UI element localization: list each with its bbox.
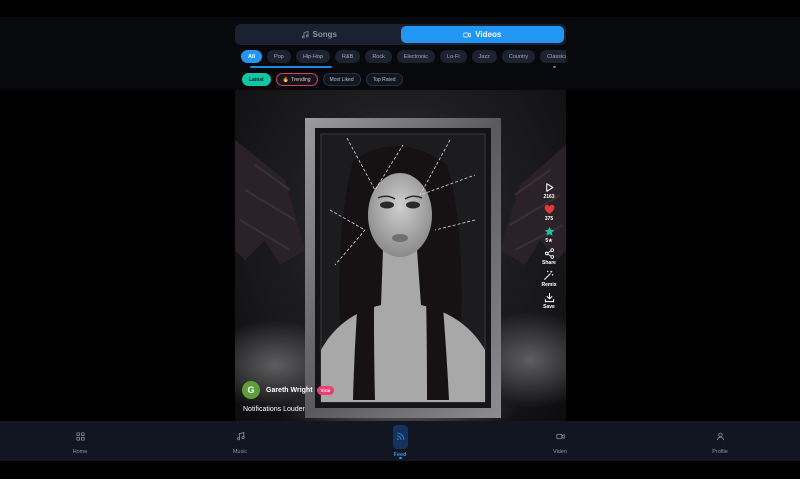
sort-most-liked[interactable]: Most Liked [322,73,361,86]
video-title: Notifications Louder [243,406,305,413]
remix-button[interactable]: Remix [541,270,557,288]
viral-badge-label: Viral [320,387,331,393]
nav-music-label: Music [232,448,248,455]
download-icon [544,292,554,303]
video-frame-artwork [235,118,566,421]
genre-chip-electronic[interactable]: Electronic [396,50,436,63]
rating-value: 5★ [545,238,553,244]
bottom-navigation: Home Music Feed Video Profile [0,421,800,461]
nav-music-icon-wrap [236,428,245,446]
genre-scroll-indicator [553,66,556,68]
sort-top-rated[interactable]: Top Rated [365,73,403,86]
genre-filter-bar: All Pop Hip-Hop R&B Rock Electronic Lo-F… [241,50,566,64]
music-note-icon [301,30,309,38]
nav-video[interactable]: Video [480,421,640,461]
sort-latest-label: Latest [249,76,264,83]
video-author[interactable]: G Gareth Wright Viral [242,381,335,399]
grid-icon [75,431,85,441]
save-button[interactable]: Save [543,292,555,310]
app-screen: Songs Videos All Pop Hip-Hop R&B Rock El… [0,0,800,479]
remix-label: Remix [541,282,557,288]
genre-chip-jazz[interactable]: Jazz [471,50,497,63]
play-icon [545,183,553,192]
share-icon [544,248,554,259]
rss-icon [396,432,404,440]
sort-most-liked-label: Most Liked [329,76,354,83]
heart-icon [544,204,554,214]
sort-trending-label: Trending [290,76,311,83]
genre-chip-rnb[interactable]: R&B [335,50,361,63]
sort-top-rated-label: Top Rated [372,76,396,83]
nav-home-icon-wrap [75,428,85,446]
tab-videos[interactable]: Videos [400,26,564,43]
genre-chip-hiphop[interactable]: Hip-Hop [295,50,331,63]
nav-video-icon-wrap [555,428,565,446]
nav-feed[interactable]: Feed [320,421,480,461]
nav-video-label: Video [553,448,567,455]
nav-home-label: Home [72,448,88,455]
sort-trending[interactable]: 🔥 Trending [275,73,318,86]
genre-chip-country[interactable]: Country [501,50,536,63]
nav-profile-icon-wrap [716,428,725,446]
rate-button[interactable]: 5★ [544,226,555,244]
video-camera-icon [463,32,471,37]
viral-badge: Viral [316,385,335,395]
nav-profile[interactable]: Profile [640,421,800,461]
nav-music[interactable]: Music [160,421,320,461]
nav-home[interactable]: Home [0,421,160,461]
nav-feed-icon-wrap [392,424,408,449]
genre-chip-rock[interactable]: Rock [365,50,392,63]
sort-latest[interactable]: Latest [242,73,271,86]
share-label: Share [542,260,556,266]
play-count: 2163 [543,194,555,200]
like-button[interactable]: 375 [544,204,555,222]
sort-filter-bar: Latest 🔥 Trending Most Liked Top Rated [242,73,403,86]
content-type-toggle: Songs Videos [235,24,566,45]
play-count-button[interactable]: 2163 [543,182,555,200]
nav-profile-label: Profile [712,448,728,455]
genre-chip-all[interactable]: All [241,50,263,63]
genre-chip-classical[interactable]: Classical [540,50,566,63]
user-icon [716,432,724,440]
video-camera-icon [555,433,565,439]
fire-icon: 🔥 [282,76,289,83]
nav-feed-label: Feed [393,451,407,458]
magic-wand-icon [544,270,554,280]
video-player[interactable]: 2163 375 5★ Share Remix Save [235,90,566,421]
tab-songs-label: Songs [312,30,337,39]
star-icon [544,226,554,236]
tab-videos-label: Videos [475,30,502,39]
genre-chip-lofi[interactable]: Lo-Fi [440,50,467,63]
video-actions: 2163 375 5★ Share Remix Save [537,182,561,314]
tab-songs[interactable]: Songs [237,26,401,43]
avatar[interactable]: G [242,381,260,399]
music-note-icon [236,431,245,440]
genre-scrollbar[interactable] [250,66,332,68]
share-button[interactable]: Share [542,248,556,266]
save-label: Save [543,304,555,310]
like-count: 375 [544,216,554,222]
genre-chip-pop[interactable]: Pop [267,50,291,63]
author-name[interactable]: Gareth Wright [266,387,313,394]
